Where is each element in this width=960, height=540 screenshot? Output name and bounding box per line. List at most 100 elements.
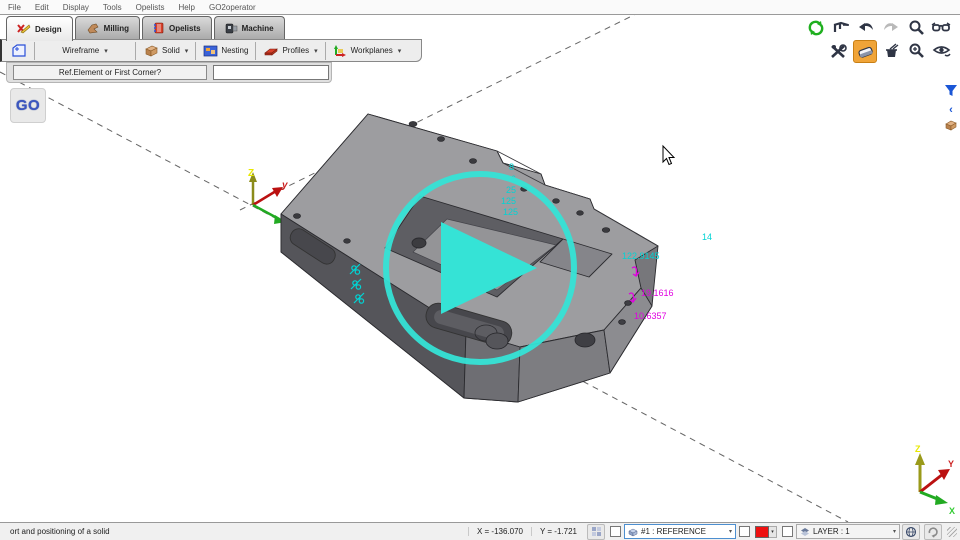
go-logo-button[interactable]: GO [10, 88, 46, 123]
dim-magenta-1: 19.1616 [641, 288, 674, 298]
nesting-icon [203, 45, 218, 57]
corner-y-label: Y [948, 459, 954, 469]
globe-icon [905, 526, 917, 538]
solid-box-icon [143, 44, 159, 57]
grid-toggle-button[interactable] [587, 524, 605, 540]
nesting-label: Nesting [221, 46, 248, 55]
dim-small: 14 [702, 232, 712, 242]
workplanes-icon [333, 44, 348, 57]
visibility-button[interactable] [930, 40, 952, 61]
menu-opelists[interactable]: Opelists [136, 3, 165, 12]
menu-display[interactable]: Display [63, 3, 89, 12]
cad-application-window: Z y x [0, 0, 960, 540]
workplanes-dropdown-arrow[interactable]: ▾ [398, 47, 402, 55]
tab-design[interactable]: Design [6, 16, 73, 41]
profiles-dropdown-arrow[interactable]: ▾ [314, 47, 318, 55]
menu-tools[interactable]: Tools [103, 3, 122, 12]
settings-tools-button[interactable] [828, 40, 850, 61]
active-color-swatch[interactable] [755, 526, 769, 538]
status-message: ort and positioning of a solid [0, 527, 468, 536]
undo-button[interactable] [855, 17, 877, 38]
solids-panel-button[interactable] [944, 118, 958, 136]
eraser-icon [857, 45, 874, 59]
prompt-input[interactable] [213, 65, 329, 80]
redo-button[interactable] [880, 17, 902, 38]
menu-edit[interactable]: Edit [35, 3, 49, 12]
new-sketch-button[interactable] [6, 42, 32, 60]
origin-y-label: y [281, 180, 288, 191]
brush-bucket-icon [883, 43, 900, 58]
dim-magenta-2: 10.6357 [634, 311, 667, 321]
reference-chevron-icon: ▾ [729, 528, 732, 535]
tab-machine[interactable]: Machine [214, 16, 285, 39]
resize-grip[interactable] [947, 527, 957, 537]
erase-button[interactable] [853, 40, 877, 63]
solid-dropdown-arrow[interactable]: ▾ [185, 47, 189, 55]
world-view-button[interactable] [902, 524, 920, 540]
eye-icon [932, 44, 951, 58]
opelists-tab-icon [153, 22, 165, 34]
measure-button[interactable] [830, 17, 852, 38]
profiles-button[interactable]: Profiles ▾ [258, 42, 322, 60]
grid-icon [591, 526, 602, 537]
tab-design-label: Design [35, 25, 62, 34]
view-glasses-button[interactable] [930, 17, 952, 38]
cursor-y-coordinate: Y = -1.721 [531, 527, 585, 536]
glasses-icon [931, 22, 951, 34]
nesting-button[interactable]: Nesting [198, 42, 253, 60]
filter-button[interactable] [944, 84, 958, 102]
solid-label: Solid [162, 46, 180, 55]
color-checkbox[interactable] [739, 526, 750, 537]
wireframe-button[interactable]: Wireframe ▾ [37, 42, 133, 60]
reference-checkbox[interactable] [610, 526, 621, 537]
wireframe-label: Wireframe [62, 46, 99, 55]
reference-value: #1 : REFERENCE [641, 527, 706, 536]
solid-mini-icon [944, 119, 958, 131]
toolbar-separator [195, 42, 196, 60]
collapse-panel-button[interactable]: ‹ [949, 105, 953, 115]
milling-tab-icon [86, 22, 100, 34]
filter-funnel-icon [944, 84, 958, 97]
zoom-in-button[interactable] [905, 40, 927, 61]
reference-cube-icon [628, 527, 638, 537]
layer-selector[interactable]: LAYER : 1 ▾ [796, 524, 900, 539]
menu-help[interactable]: Help [179, 3, 195, 12]
reference-selector[interactable]: #1 : REFERENCE ▾ [624, 524, 736, 539]
view-toolbar-row2 [828, 40, 952, 63]
tab-milling-label: Milling [104, 24, 129, 33]
ribbon-tabs: Design Milling Opelists Machine [6, 16, 285, 40]
dim-step-5: 125 [503, 207, 518, 217]
color-selector[interactable]: ▾ [755, 526, 777, 538]
toolbar-separator [255, 42, 256, 60]
wireframe-dropdown-arrow[interactable]: ▾ [104, 47, 108, 55]
color-dropdown-arrow[interactable]: ▾ [769, 526, 777, 538]
layer-value: LAYER : 1 [813, 527, 850, 536]
dim-step-4: 125 [501, 196, 516, 206]
profiles-icon [263, 45, 279, 57]
refresh-button[interactable] [805, 17, 827, 38]
undo-icon [857, 20, 875, 35]
profiles-label: Profiles [282, 46, 309, 55]
workplanes-button[interactable]: Workplanes ▾ [328, 42, 407, 60]
zoom-button[interactable] [905, 17, 927, 38]
new-page-icon [11, 44, 27, 58]
refresh-icon [807, 20, 825, 36]
menu-go2operator[interactable]: GO2operator [209, 3, 256, 12]
toolbar-separator [325, 42, 326, 60]
corner-z-label: Z [915, 444, 921, 454]
toolbar-separator [135, 42, 136, 60]
layer-icon [800, 527, 810, 536]
clean-button[interactable] [880, 40, 902, 61]
tab-opelists[interactable]: Opelists [142, 16, 212, 39]
toolbar-separator [34, 42, 35, 60]
dim-step-3: 25 [506, 185, 516, 195]
tab-milling[interactable]: Milling [75, 16, 140, 39]
layer-checkbox[interactable] [782, 526, 793, 537]
view-toolbar-row1 [805, 17, 952, 38]
right-edge-toolbar: ‹ [944, 84, 958, 136]
solid-button[interactable]: Solid ▾ [138, 42, 193, 60]
design-toolbar: Wireframe ▾ Solid ▾ Nesting [0, 39, 422, 62]
corner-axis-triad: Z Y X [915, 444, 955, 516]
menu-file[interactable]: File [8, 3, 21, 12]
sync-view-button[interactable] [924, 524, 942, 540]
